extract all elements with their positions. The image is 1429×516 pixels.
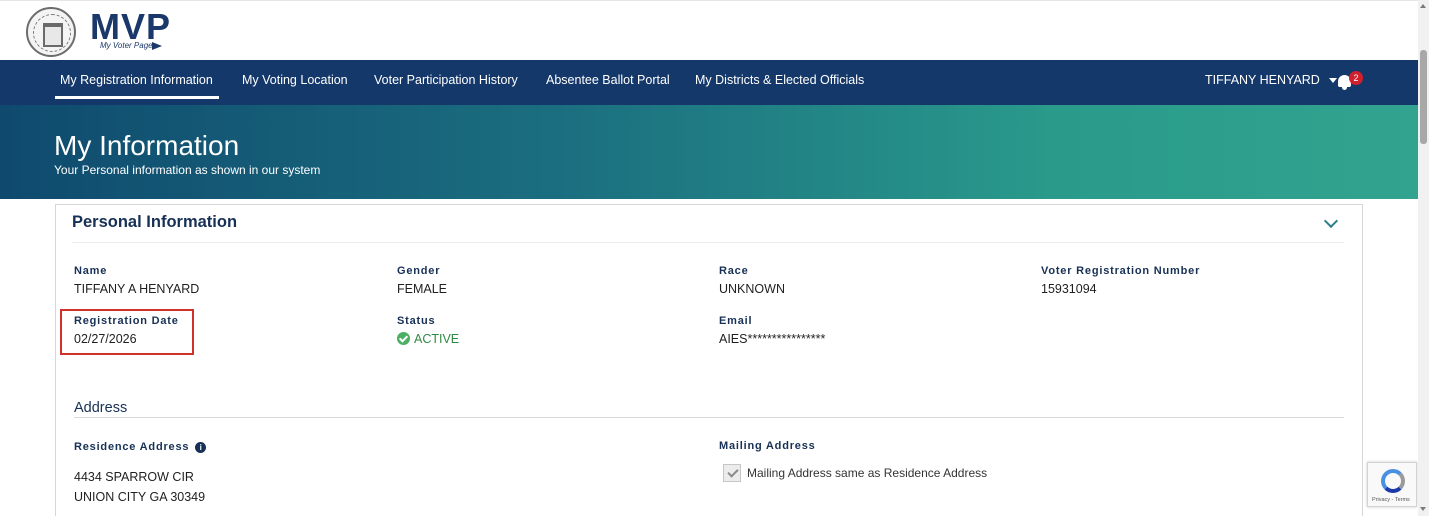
mailing-same-checkbox[interactable] [723,464,741,482]
check-circle-icon [397,332,410,345]
field-label: Residence Address i [74,441,207,453]
field-label: Voter Registration Number [1041,265,1201,277]
page-subtitle: Your Personal information as shown in ou… [54,163,321,177]
notifications-button[interactable]: 2 [1336,71,1364,93]
field-label: Name [74,265,108,277]
notification-badge: 2 [1349,71,1363,85]
recaptcha-icon [1381,469,1405,493]
personal-information-card: Personal Information Name TIFFANY A HENY… [55,204,1363,516]
card-divider [72,242,1344,243]
residence-address: Residence Address i 4434 SPARROW CIR UNIO… [74,441,207,507]
field-label: Registration Date [74,315,179,327]
logo-arrow-icon [152,42,162,50]
nav-my-voting-location[interactable]: My Voting Location [242,60,348,105]
field-value: 02/27/2026 [74,332,137,346]
state-seal-icon [26,7,76,57]
nav-my-registration-information[interactable]: My Registration Information [55,60,219,105]
field-label: Email [719,315,753,327]
status-badge: ACTIVE [397,332,459,346]
nav-my-districts-elected-officials[interactable]: My Districts & Elected Officials [695,60,864,105]
residence-address-value: 4434 SPARROW CIR UNION CITY GA 30349 [74,467,206,507]
field-value: TIFFANY A HENYARD [74,282,200,296]
user-name: TIFFANY HENYARD [1205,73,1320,87]
mailing-same-row: Mailing Address same as Residence Addres… [719,464,987,482]
user-menu[interactable]: TIFFANY HENYARD [1205,60,1337,100]
recaptcha-footer[interactable]: Privacy - Terms [1372,497,1410,503]
nav-voter-participation-history[interactable]: Voter Participation History [374,60,518,105]
hero-banner: My Information Your Personal information… [0,105,1418,199]
field-label: Status [397,315,436,327]
info-icon[interactable]: i [195,442,207,453]
card-title: Personal Information [72,213,238,231]
mailing-address: Mailing Address Mailing Address same as … [719,440,987,482]
scroll-up-icon[interactable] [1420,4,1426,8]
field-value: UNKNOWN [719,282,785,296]
residence-address-label: Residence Address [74,441,190,453]
field-value: AIES**************** [719,332,826,346]
field-status: Status ACTIVE [397,315,459,346]
field-label: Race [719,265,749,277]
field-name: Name TIFFANY A HENYARD [74,265,199,296]
field-label: Gender [397,265,441,277]
scroll-down-icon[interactable] [1420,507,1426,511]
nav-absentee-ballot-portal[interactable]: Absentee Ballot Portal [546,60,670,105]
chevron-down-icon[interactable] [1323,213,1339,229]
page: MVP My Voter Page My Registration Inform… [0,0,1429,516]
field-email: Email AIES**************** [719,315,825,346]
field-gender: Gender FEMALE [397,265,447,296]
field-value: 15931094 [1041,282,1097,296]
page-title: My Information [54,130,240,161]
address-section-title: Address [74,400,128,416]
page-scrollbar[interactable] [1418,0,1429,516]
section-divider [74,417,1344,418]
field-voter-registration-number: Voter Registration Number 15931094 [1041,265,1200,296]
address-line-2: UNION CITY GA 30349 [74,490,206,504]
field-race: Race UNKNOWN [719,265,785,296]
recaptcha-badge[interactable]: Privacy - Terms [1367,462,1417,507]
main-nav: My Registration Information My Voting Lo… [0,60,1418,105]
field-value: FEMALE [397,282,448,296]
mailing-same-label: Mailing Address same as Residence Addres… [747,466,988,480]
address-line-1: 4434 SPARROW CIR [74,470,194,484]
status-text: ACTIVE [414,332,460,346]
mvp-logo[interactable]: MVP My Voter Page [90,9,190,55]
mvp-logo-text: MVP [90,6,172,47]
field-registration-date: Registration Date 02/27/2026 [74,315,179,346]
scrollbar-thumb[interactable] [1420,50,1427,144]
field-label: Mailing Address [719,440,816,452]
logo-bar: MVP My Voter Page [0,0,1418,60]
mvp-logo-subtitle: My Voter Page [100,41,153,50]
